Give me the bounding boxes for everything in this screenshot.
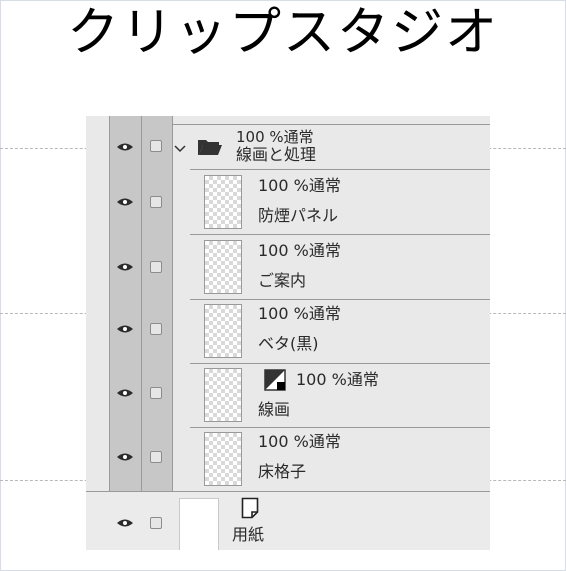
vector-layer-icon bbox=[264, 369, 286, 391]
layer-panel: 100 %通常 線画と処理 100 %通常 防煙パネル 100 %通常 ご案内 bbox=[86, 116, 490, 550]
layer-row-paper[interactable]: 用紙 bbox=[86, 492, 490, 550]
layer-thumbnail bbox=[204, 368, 242, 422]
eye-icon[interactable] bbox=[116, 452, 134, 462]
layer-thumbnail bbox=[204, 175, 242, 229]
layer-name: 線画 bbox=[258, 400, 291, 419]
layer-name: ご案内 bbox=[258, 271, 307, 290]
layer-blend-mode: 100 %通常 bbox=[296, 370, 379, 389]
eye-icon[interactable] bbox=[116, 518, 134, 528]
page-title: クリップスタジオ bbox=[66, 3, 499, 63]
paper-thumbnail bbox=[179, 498, 219, 550]
eye-icon[interactable] bbox=[116, 388, 134, 398]
layer-name: 床格子 bbox=[258, 462, 307, 481]
layer-name: 用紙 bbox=[232, 525, 265, 544]
eye-icon[interactable] bbox=[116, 262, 134, 272]
eye-icon[interactable] bbox=[116, 142, 134, 152]
lock-checkbox[interactable] bbox=[150, 261, 162, 273]
layer-thumbnail bbox=[204, 240, 242, 294]
layer-row[interactable]: 100 %通常 床格子 bbox=[86, 428, 490, 491]
lock-checkbox[interactable] bbox=[150, 140, 162, 152]
layer-name: 線画と処理 bbox=[236, 145, 317, 164]
folder-open-icon bbox=[198, 140, 222, 155]
layer-blend-mode: 100 %通常 bbox=[258, 241, 341, 260]
layer-thumbnail bbox=[204, 304, 242, 358]
layer-thumbnail bbox=[204, 432, 242, 486]
chevron-down-icon[interactable] bbox=[174, 145, 186, 153]
layer-name: 防煙パネル bbox=[258, 206, 339, 225]
eye-icon[interactable] bbox=[116, 197, 134, 207]
layer-blend-mode: 100 %通常 bbox=[258, 432, 341, 451]
lock-checkbox[interactable] bbox=[150, 323, 162, 335]
layer-row[interactable]: 100 %通常 ベタ(黒) bbox=[86, 300, 490, 363]
paper-icon bbox=[241, 497, 259, 519]
lock-checkbox[interactable] bbox=[150, 196, 162, 208]
layer-row[interactable]: 100 %通常 線画 bbox=[86, 364, 490, 427]
lock-checkbox[interactable] bbox=[150, 387, 162, 399]
layer-blend-mode: 100 %通常 bbox=[236, 128, 314, 146]
layer-name: ベタ(黒) bbox=[258, 334, 319, 353]
eye-icon[interactable] bbox=[116, 324, 134, 334]
layer-row[interactable]: 100 %通常 ご案内 bbox=[86, 235, 490, 299]
layer-row[interactable]: 100 %通常 防煙パネル bbox=[86, 170, 490, 234]
layer-blend-mode: 100 %通常 bbox=[258, 304, 341, 323]
lock-checkbox[interactable] bbox=[150, 451, 162, 463]
layer-row-folder[interactable]: 100 %通常 線画と処理 bbox=[86, 125, 490, 169]
layer-blend-mode: 100 %通常 bbox=[258, 176, 341, 195]
lock-checkbox[interactable] bbox=[150, 517, 162, 529]
